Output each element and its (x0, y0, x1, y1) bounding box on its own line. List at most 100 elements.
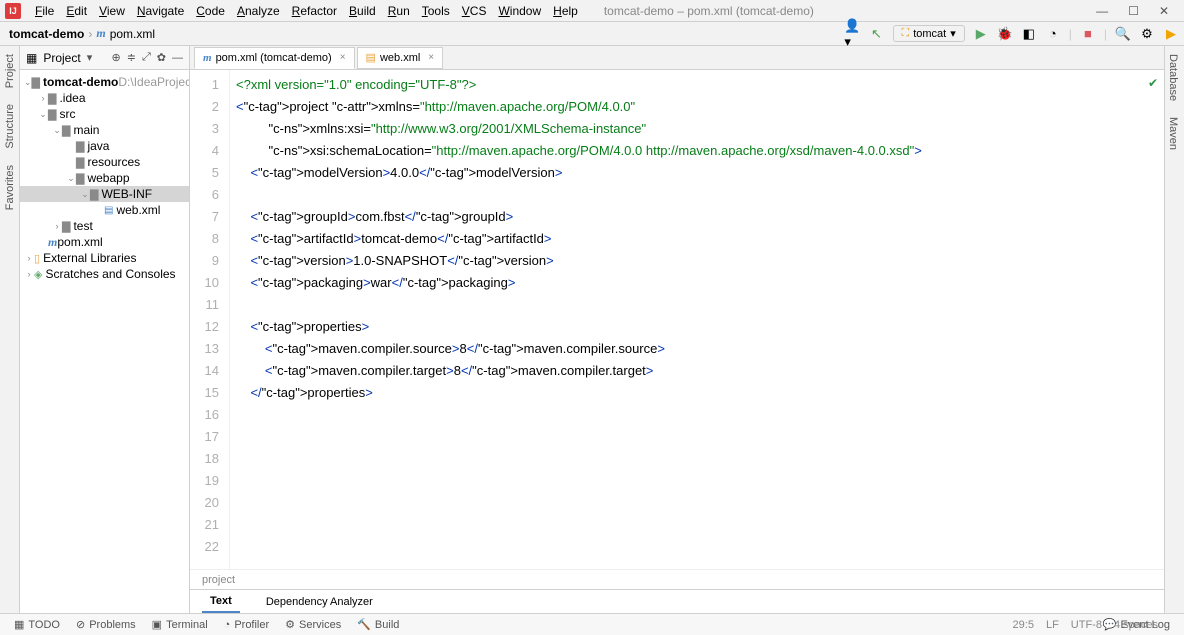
tool-window-problems[interactable]: ⊘Problems (68, 618, 144, 631)
menu-build[interactable]: Build (343, 4, 382, 18)
expand-toggle[interactable]: › (38, 93, 48, 103)
editor-breadcrumb[interactable]: project (190, 569, 1164, 589)
tree-node[interactable]: ⌄▇tomcat-demo D:\IdeaProjects\ (20, 74, 189, 90)
expand-icon[interactable]: ≑ (127, 51, 136, 64)
select-file-icon[interactable]: ⊕ (112, 51, 121, 64)
right-tool-stripe: DatabaseMaven (1164, 46, 1184, 613)
tool-window-todo[interactable]: ▦TODO (6, 618, 68, 631)
run-icon[interactable]: ▶ (973, 26, 989, 42)
folder-icon: ▇ (48, 108, 56, 121)
minimize-icon[interactable]: — (1096, 4, 1108, 18)
coverage-icon[interactable]: ◧ (1021, 26, 1037, 42)
tomcat-icon: ⛶ (902, 27, 910, 40)
tool-tab-database[interactable]: Database (1165, 46, 1181, 109)
tree-node[interactable]: ›◈Scratches and Consoles (20, 266, 189, 282)
menu-view[interactable]: View (93, 4, 131, 18)
tree-label: web.xml (116, 203, 160, 217)
settings-icon[interactable]: ✿ (157, 51, 166, 64)
chevron-down-icon[interactable]: ▾ (87, 51, 93, 64)
project-panel-title[interactable]: Project (43, 51, 80, 65)
code-editor[interactable]: ✔ <?xml version="1.0" encoding="UTF-8"?>… (230, 70, 1164, 569)
menu-window[interactable]: Window (492, 4, 547, 18)
expand-toggle[interactable]: ⌄ (52, 125, 62, 136)
tree-node[interactable]: ▤web.xml (20, 202, 189, 218)
tool-window-build[interactable]: 🔨Build (349, 618, 407, 631)
indent-info[interactable]: 4 spaces (1114, 619, 1158, 631)
profile-icon[interactable]: ◔ (1045, 26, 1061, 42)
menu-navigate[interactable]: Navigate (131, 4, 190, 18)
close-icon[interactable]: ✕ (1159, 4, 1169, 18)
folder-icon: ▇ (76, 140, 84, 153)
menu-help[interactable]: Help (547, 4, 584, 18)
settings-icon[interactable]: ⚙ (1139, 26, 1155, 42)
menu-refactor[interactable]: Refactor (286, 4, 343, 18)
xml-icon: ▤ (366, 51, 376, 64)
editor-tab[interactable]: m pom.xml (tomcat-demo) × (194, 47, 355, 69)
tool-window-terminal[interactable]: ▣Terminal (144, 618, 216, 631)
maximize-icon[interactable]: ☐ (1128, 4, 1139, 18)
add-config-icon[interactable]: 👤▾ (845, 26, 861, 42)
run-config-selector[interactable]: ⛶ tomcat ▾ (893, 25, 965, 42)
editor-bottom-tab[interactable]: Dependency Analyzer (258, 592, 381, 612)
ide-features-icon[interactable]: ▶ (1163, 26, 1179, 42)
menu-tools[interactable]: Tools (416, 4, 456, 18)
tool-tab-favorites[interactable]: Favorites (2, 157, 18, 218)
tree-node[interactable]: ⌄▇webapp (20, 170, 189, 186)
tool-window-profiler[interactable]: ◔Profiler (216, 618, 278, 631)
tool-tab-maven[interactable]: Maven (1165, 109, 1181, 158)
tool-tab-structure[interactable]: Structure (2, 96, 18, 157)
menu-vcs[interactable]: VCS (456, 4, 493, 18)
editor-bottom-tab[interactable]: Text (202, 591, 240, 613)
file-encoding[interactable]: UTF-8 (1071, 619, 1102, 631)
close-tab-icon[interactable]: × (428, 52, 434, 63)
caret-position[interactable]: 29:5 (1013, 619, 1034, 631)
build-icon[interactable]: ↖ (869, 26, 885, 42)
menu-code[interactable]: Code (190, 4, 231, 18)
tree-node[interactable]: m pom.xml (20, 234, 189, 250)
chevron-down-icon: ▾ (950, 27, 956, 40)
tree-node[interactable]: ›▇.idea (20, 90, 189, 106)
tab-label: pom.xml (tomcat-demo) (216, 52, 332, 64)
folder-icon: ▇ (76, 156, 84, 169)
menu-analyze[interactable]: Analyze (231, 4, 286, 18)
breadcrumb-file[interactable]: pom.xml (110, 27, 155, 41)
search-icon[interactable]: 🔍 (1115, 26, 1131, 42)
debug-icon[interactable]: 🐞 (997, 26, 1013, 42)
menu-edit[interactable]: Edit (60, 4, 93, 18)
line-separator[interactable]: LF (1046, 619, 1059, 631)
maven-icon: m (203, 52, 212, 64)
editor-tab[interactable]: ▤web.xml× (357, 47, 444, 69)
expand-toggle[interactable]: ⌄ (80, 189, 90, 200)
tree-node[interactable]: ›▯External Libraries (20, 250, 189, 266)
navigation-bar: tomcat-demo › m pom.xml 👤▾ ↖ ⛶ tomcat ▾ … (0, 22, 1184, 46)
menu-file[interactable]: File (29, 4, 60, 18)
project-tree[interactable]: ⌄▇tomcat-demo D:\IdeaProjects\›▇.idea⌄▇s… (20, 70, 189, 613)
chevron-right-icon: › (88, 27, 92, 41)
hide-icon[interactable]: — (172, 52, 183, 64)
tree-node[interactable]: ⌄▇src (20, 106, 189, 122)
expand-toggle[interactable]: › (24, 253, 34, 263)
folder-icon: ▇ (76, 172, 84, 185)
close-tab-icon[interactable]: × (340, 52, 346, 63)
status-bar: ▦TODO⊘Problems▣Terminal◔Profiler⚙Service… (0, 613, 1184, 635)
folder-icon: ▇ (32, 76, 40, 89)
expand-toggle[interactable]: ⌄ (24, 77, 32, 88)
tree-node[interactable]: ⌄▇main (20, 122, 189, 138)
menu-run[interactable]: Run (382, 4, 416, 18)
tool-tab-project[interactable]: Project (2, 46, 18, 96)
tool-window-services[interactable]: ⚙Services (277, 618, 349, 631)
expand-toggle[interactable]: ⌄ (38, 109, 48, 120)
expand-toggle[interactable]: › (24, 269, 34, 279)
tree-node[interactable]: ›▇test (20, 218, 189, 234)
tree-label: src (59, 107, 75, 121)
breadcrumb-project[interactable]: tomcat-demo (9, 27, 84, 41)
collapse-icon[interactable]: ⤢ (142, 51, 151, 64)
tree-label: webapp (87, 171, 129, 185)
expand-toggle[interactable]: ⌄ (66, 173, 76, 184)
expand-toggle[interactable]: › (52, 221, 62, 231)
tree-node[interactable]: ⌄▇WEB-INF (20, 186, 189, 202)
stop-icon[interactable]: ■ (1080, 26, 1096, 42)
tree-node[interactable]: ▇resources (20, 154, 189, 170)
tool-icon: ◔ (224, 619, 231, 631)
tree-node[interactable]: ▇java (20, 138, 189, 154)
